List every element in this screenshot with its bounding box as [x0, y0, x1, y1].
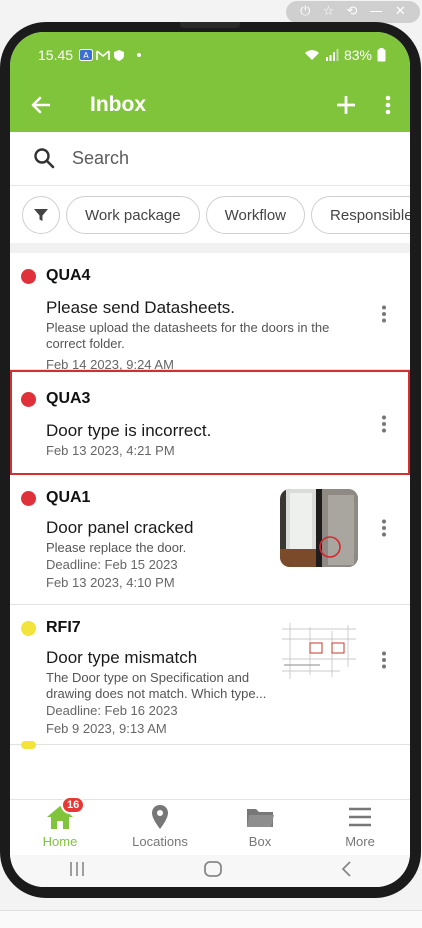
status-time: 15.45 — [38, 47, 74, 63]
item-menu-icon[interactable] — [380, 415, 388, 433]
phone-screen: 15.45 A 83% Inbox Search Work package Wo… — [10, 32, 410, 887]
chip-responsible[interactable]: Responsible — [311, 196, 410, 234]
nav-home[interactable]: 16 Home — [10, 796, 110, 855]
location-pin-icon — [145, 804, 175, 830]
list-item-partial[interactable] — [10, 741, 410, 785]
nav-label: Locations — [132, 834, 188, 849]
chip-work-package[interactable]: Work package — [66, 196, 200, 234]
filter-icon[interactable] — [22, 196, 60, 234]
overflow-menu-icon[interactable] — [366, 78, 410, 132]
recent-apps-icon[interactable] — [68, 861, 86, 882]
page-title: Inbox — [90, 93, 146, 116]
home-button-icon[interactable] — [203, 860, 223, 883]
screen: ⏻ ☆ ⟲ — ✕ 15.45 A 83% Inbox Search Work … — [0, 0, 422, 928]
item-menu-icon[interactable] — [380, 519, 388, 537]
notification-badge: 16 — [61, 796, 86, 814]
search-icon — [32, 146, 58, 172]
item-code: QUA3 — [46, 390, 91, 407]
list-item[interactable]: RFI7 Door type mismatch The Door type on… — [10, 605, 410, 745]
priority-indicator — [21, 491, 36, 506]
chip-workflow[interactable]: Workflow — [205, 196, 306, 234]
item-date: Feb 9 2023, 9:13 AM — [46, 721, 167, 736]
list-divider — [10, 243, 410, 253]
nav-label: Home — [42, 834, 78, 849]
battery-icon — [377, 48, 386, 62]
priority-indicator — [21, 621, 36, 636]
item-photo-thumbnail[interactable] — [280, 489, 358, 567]
pin-icon[interactable]: ☆ — [323, 1, 335, 23]
nav-box[interactable]: Box — [210, 800, 310, 855]
nav-more[interactable]: More — [310, 800, 410, 855]
bottom-navigation: 16 Home Locations Box More — [10, 796, 410, 855]
back-button-icon[interactable] — [340, 860, 352, 883]
phone-speaker — [180, 22, 240, 28]
priority-indicator — [21, 741, 36, 749]
item-menu-icon[interactable] — [380, 305, 388, 323]
filter-chip-row: Work package Workflow Responsible — [10, 187, 410, 243]
item-menu-icon[interactable] — [380, 651, 388, 669]
battery-percent: 83% — [343, 47, 372, 63]
emulator-controls: ⏻ ☆ ⟲ — ✕ — [286, 1, 420, 23]
nav-label: Box — [248, 834, 272, 849]
item-code: QUA4 — [46, 267, 91, 284]
item-title: Please send Datasheets. — [46, 298, 236, 317]
notification-dot — [137, 53, 142, 57]
system-navigation-bar — [10, 855, 410, 887]
add-icon[interactable] — [326, 78, 366, 132]
power-icon[interactable]: ⏻ — [300, 1, 310, 23]
folder-icon — [245, 804, 275, 830]
item-deadline: Deadline: Feb 16 2023 — [46, 703, 178, 718]
minimize-icon[interactable]: — — [370, 1, 383, 23]
list-item[interactable]: QUA1 Door panel cracked Please replace t… — [10, 475, 410, 605]
signal-icon — [325, 49, 339, 61]
wifi-icon — [304, 50, 319, 60]
item-drawing-thumbnail[interactable] — [280, 619, 358, 697]
nav-label: More — [345, 834, 375, 849]
menu-icon — [345, 804, 375, 830]
list-item[interactable]: QUA4 Please send Datasheets. Please uplo… — [10, 253, 410, 372]
app-bar: Inbox — [10, 78, 410, 132]
shield-icon — [114, 49, 125, 61]
search-input[interactable] — [72, 148, 372, 169]
list-item[interactable]: QUA3 Door type is incorrect. Feb 13 2023… — [10, 370, 410, 475]
close-icon[interactable]: ✕ — [395, 1, 406, 23]
notification-icons: A — [79, 49, 125, 62]
priority-indicator — [21, 392, 36, 407]
item-date: Feb 13 2023, 4:21 PM — [46, 443, 175, 458]
rotate-icon[interactable]: ⟲ — [347, 1, 358, 23]
inbox-list: QUA4 Please send Datasheets. Please uplo… — [10, 243, 410, 799]
nav-locations[interactable]: Locations — [110, 800, 210, 855]
phone-frame: 15.45 A 83% Inbox Search Work package Wo… — [0, 22, 421, 898]
item-date: Feb 13 2023, 4:10 PM — [46, 575, 175, 590]
search-bar — [10, 132, 410, 186]
back-arrow-icon[interactable] — [10, 78, 70, 132]
item-title: Door type is incorrect. — [46, 421, 212, 440]
svg-text:A: A — [83, 51, 89, 60]
priority-indicator — [21, 269, 36, 284]
host-taskbar-strip — [0, 910, 422, 928]
home-icon: 16 — [45, 796, 86, 830]
item-description: The Door type on Specification and drawi… — [46, 670, 267, 701]
item-description: Please upload the datasheets for the doo… — [46, 320, 330, 351]
app-notification-icon: A — [79, 49, 94, 61]
status-bar: 15.45 A 83% — [10, 32, 410, 78]
mail-icon — [96, 50, 110, 60]
